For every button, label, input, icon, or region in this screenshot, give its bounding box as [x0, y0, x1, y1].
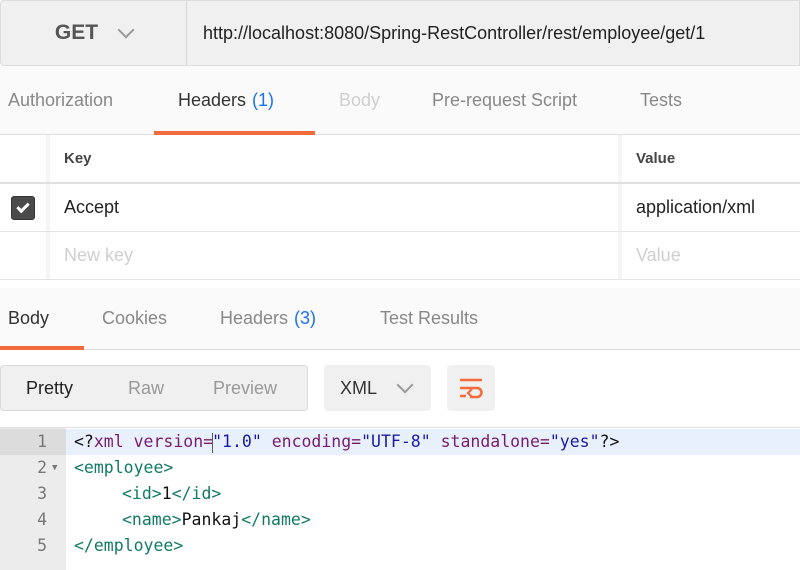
- header-key-field[interactable]: Accept: [54, 184, 622, 231]
- view-preview-button[interactable]: Preview: [213, 378, 277, 399]
- tab-label: Headers: [220, 308, 289, 328]
- code-text: <id>1</id>: [122, 484, 222, 503]
- tab-label: Body: [339, 89, 381, 110]
- line-number: 2: [37, 458, 47, 477]
- tab-label: Headers: [178, 89, 247, 110]
- tab-response-headers[interactable]: Headers (3): [220, 288, 316, 349]
- new-key-input[interactable]: New key: [54, 232, 622, 279]
- request-tabs: Authorization Headers (1) Body Pre-reque…: [0, 66, 800, 135]
- tab-label: Authorization: [8, 89, 114, 110]
- method-label: GET: [54, 21, 99, 44]
- table-header-row: Key Value: [0, 135, 800, 184]
- line-number: 5: [37, 536, 47, 555]
- code-line: 4 <name>Pankaj</name>: [0, 507, 800, 533]
- wrap-lines-button[interactable]: [447, 365, 495, 411]
- line-number: 3: [37, 484, 47, 503]
- tab-label: Cookies: [102, 308, 168, 328]
- chevron-down-icon: [396, 376, 414, 394]
- header-value-field[interactable]: application/xml: [626, 184, 800, 231]
- tab-response-body[interactable]: Body: [0, 288, 84, 350]
- header-checkbox-cell: [0, 135, 50, 182]
- code-text: <name>Pankaj</name>: [122, 510, 311, 529]
- tab-test-results[interactable]: Test Results: [380, 288, 478, 349]
- table-row-new: New key Value: [0, 232, 800, 280]
- column-header-value: Value: [636, 150, 676, 167]
- code-text: </employee>: [74, 536, 184, 555]
- code-line: 3 <id>1</id>: [0, 481, 800, 507]
- header-enabled-checkbox[interactable]: [11, 195, 35, 220]
- tab-label: Body: [8, 308, 50, 328]
- response-tabs: Body Cookies Headers (3) Test Results: [0, 288, 800, 350]
- code-text: <employee>: [74, 458, 174, 477]
- active-tab-indicator: [0, 346, 84, 350]
- response-code-editor[interactable]: 1 <?xml version="1.0" encoding="UTF-8" s…: [0, 427, 800, 570]
- tab-label: Pre-request Script: [432, 89, 578, 110]
- format-select[interactable]: XML: [324, 365, 431, 411]
- row-checkbox-cell: [0, 232, 50, 279]
- line-number: 4: [37, 510, 47, 529]
- code-line: 1 <?xml version="1.0" encoding="UTF-8" s…: [0, 429, 800, 455]
- chevron-down-icon: [117, 21, 135, 39]
- tab-count-badge: (1): [252, 89, 275, 110]
- line-number: 1: [0, 429, 66, 455]
- new-value-input[interactable]: Value: [626, 232, 800, 279]
- tab-label: Test Results: [380, 308, 479, 328]
- url-input[interactable]: http://localhost:8080/Spring-RestControl…: [187, 1, 799, 65]
- tab-count-badge: (3): [294, 308, 317, 328]
- tab-body[interactable]: Body: [339, 66, 380, 134]
- method-select[interactable]: GET: [1, 1, 187, 65]
- code-text: <?xml version="1.0" encoding="UTF-8" sta…: [74, 432, 620, 453]
- fold-arrow-icon[interactable]: ▼: [52, 455, 57, 481]
- view-pretty-button[interactable]: Pretty: [26, 378, 73, 399]
- table-row: Accept application/xml: [0, 184, 800, 232]
- tab-tests[interactable]: Tests: [640, 66, 682, 134]
- tab-pre-request-script[interactable]: Pre-request Script: [432, 66, 577, 134]
- tab-cookies[interactable]: Cookies: [102, 288, 167, 349]
- tab-label: Tests: [640, 89, 683, 110]
- request-bar: GET http://localhost:8080/Spring-RestCon…: [0, 0, 800, 66]
- wrap-lines-icon: [460, 378, 483, 399]
- row-checkbox-cell: [0, 184, 50, 231]
- code-line: 5 </employee>: [0, 533, 800, 559]
- checkmark-icon: [16, 199, 30, 213]
- view-raw-button[interactable]: Raw: [128, 378, 164, 399]
- tab-headers[interactable]: Headers (1): [154, 66, 315, 135]
- view-mode-toggle: Pretty Raw Preview: [0, 365, 308, 411]
- format-select-value: XML: [340, 377, 378, 398]
- tab-authorization[interactable]: Authorization: [8, 66, 113, 134]
- headers-table: Key Value Accept application/xml New key…: [0, 135, 800, 280]
- column-header-key: Key: [54, 135, 622, 182]
- code-line: 2 ▼ <employee>: [0, 455, 800, 481]
